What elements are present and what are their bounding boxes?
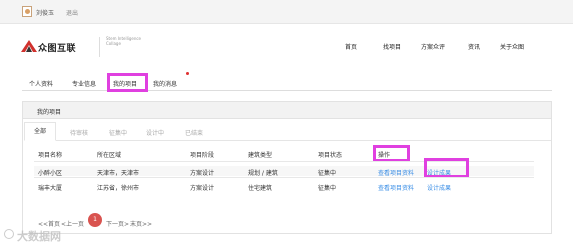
nav-find-project[interactable]: 找项目 xyxy=(383,42,401,51)
logo-icon[interactable] xyxy=(21,40,37,52)
user-tabs: 个人资料 专业信息 我的项目 我的消息 xyxy=(22,73,552,92)
tab-professional-info[interactable]: 专业信息 xyxy=(72,79,96,88)
site-header: 众图互联 Stem Intelligence Collage 首页 找项目 方案… xyxy=(0,24,573,70)
status-tab-pending[interactable]: 待审核 xyxy=(70,128,88,137)
table-divider xyxy=(34,177,534,178)
nav-news[interactable]: 资讯 xyxy=(468,42,480,51)
col-header-region: 所在区域 xyxy=(97,152,122,159)
top-bar: 刘俊玉 退出 xyxy=(0,0,573,24)
logo-text[interactable]: 众图互联 xyxy=(38,41,76,54)
nav-about[interactable]: 关于众图 xyxy=(500,42,524,51)
status-tab-finished[interactable]: 已结束 xyxy=(185,128,203,137)
panel-title: 我的项目 xyxy=(37,109,62,116)
col-header-type: 建筑类型 xyxy=(248,152,273,159)
nav-scheme-review[interactable]: 方案众评 xyxy=(421,42,445,51)
status-tab-all[interactable]: 全部 xyxy=(24,122,56,141)
username[interactable]: 刘俊玉 xyxy=(36,8,54,17)
row-2-name: 瑞丰大厦 xyxy=(38,185,63,192)
row-1-status: 征集中 xyxy=(318,170,337,177)
unread-dot xyxy=(186,72,189,75)
pager-next[interactable]: 下一页> xyxy=(106,219,129,228)
highlight-box-my-projects xyxy=(107,73,148,92)
row-2-type: 住宅建筑 xyxy=(248,185,273,192)
watermark-icon xyxy=(4,229,14,239)
row-2-region: 江苏省，徐州市 xyxy=(97,185,140,192)
pager-current[interactable]: 1 xyxy=(88,213,102,227)
logout-link[interactable]: 退出 xyxy=(66,8,78,17)
panel-header: 我的项目 xyxy=(23,102,551,119)
watermark: 大数据网 xyxy=(17,230,61,243)
avatar[interactable] xyxy=(22,6,32,17)
tab-my-messages[interactable]: 我的消息 xyxy=(153,79,177,88)
tab-profile[interactable]: 个人资料 xyxy=(29,79,53,88)
col-header-stage: 项目阶段 xyxy=(190,152,215,159)
status-tabs: 全部 待审核 征集中 设计中 已结束 xyxy=(24,122,551,141)
col-header-name: 项目名称 xyxy=(38,152,63,159)
pager-last[interactable]: 末页>> xyxy=(130,219,152,228)
highlight-box-design-result xyxy=(424,158,469,178)
row-1-stage: 方案设计 xyxy=(190,170,215,177)
pager-prev[interactable]: <上一页 xyxy=(61,219,84,228)
pager-first[interactable]: <<首页 xyxy=(38,219,60,228)
row-1-name: 小醉小区 xyxy=(38,170,63,177)
row-2-status: 征集中 xyxy=(318,185,337,192)
row-1-type: 规划 / 建筑 xyxy=(248,170,278,177)
row-2-stage: 方案设计 xyxy=(190,185,215,192)
highlight-box-actions-header xyxy=(373,145,410,162)
row-1-view-link[interactable]: 查看项目资料 xyxy=(378,168,414,177)
logo-tagline: Stem Intelligence Collage xyxy=(106,36,142,46)
status-tab-collecting[interactable]: 征集中 xyxy=(109,128,127,137)
logo-divider xyxy=(99,37,100,57)
row-2-result-link[interactable]: 设计成果 xyxy=(427,183,451,192)
col-header-status: 项目状态 xyxy=(318,152,343,159)
nav-home[interactable]: 首页 xyxy=(345,42,357,51)
row-1-region: 天津市，天津市 xyxy=(97,170,140,177)
status-tab-designing[interactable]: 设计中 xyxy=(146,128,164,137)
row-2-view-link[interactable]: 查看项目资料 xyxy=(378,183,414,192)
